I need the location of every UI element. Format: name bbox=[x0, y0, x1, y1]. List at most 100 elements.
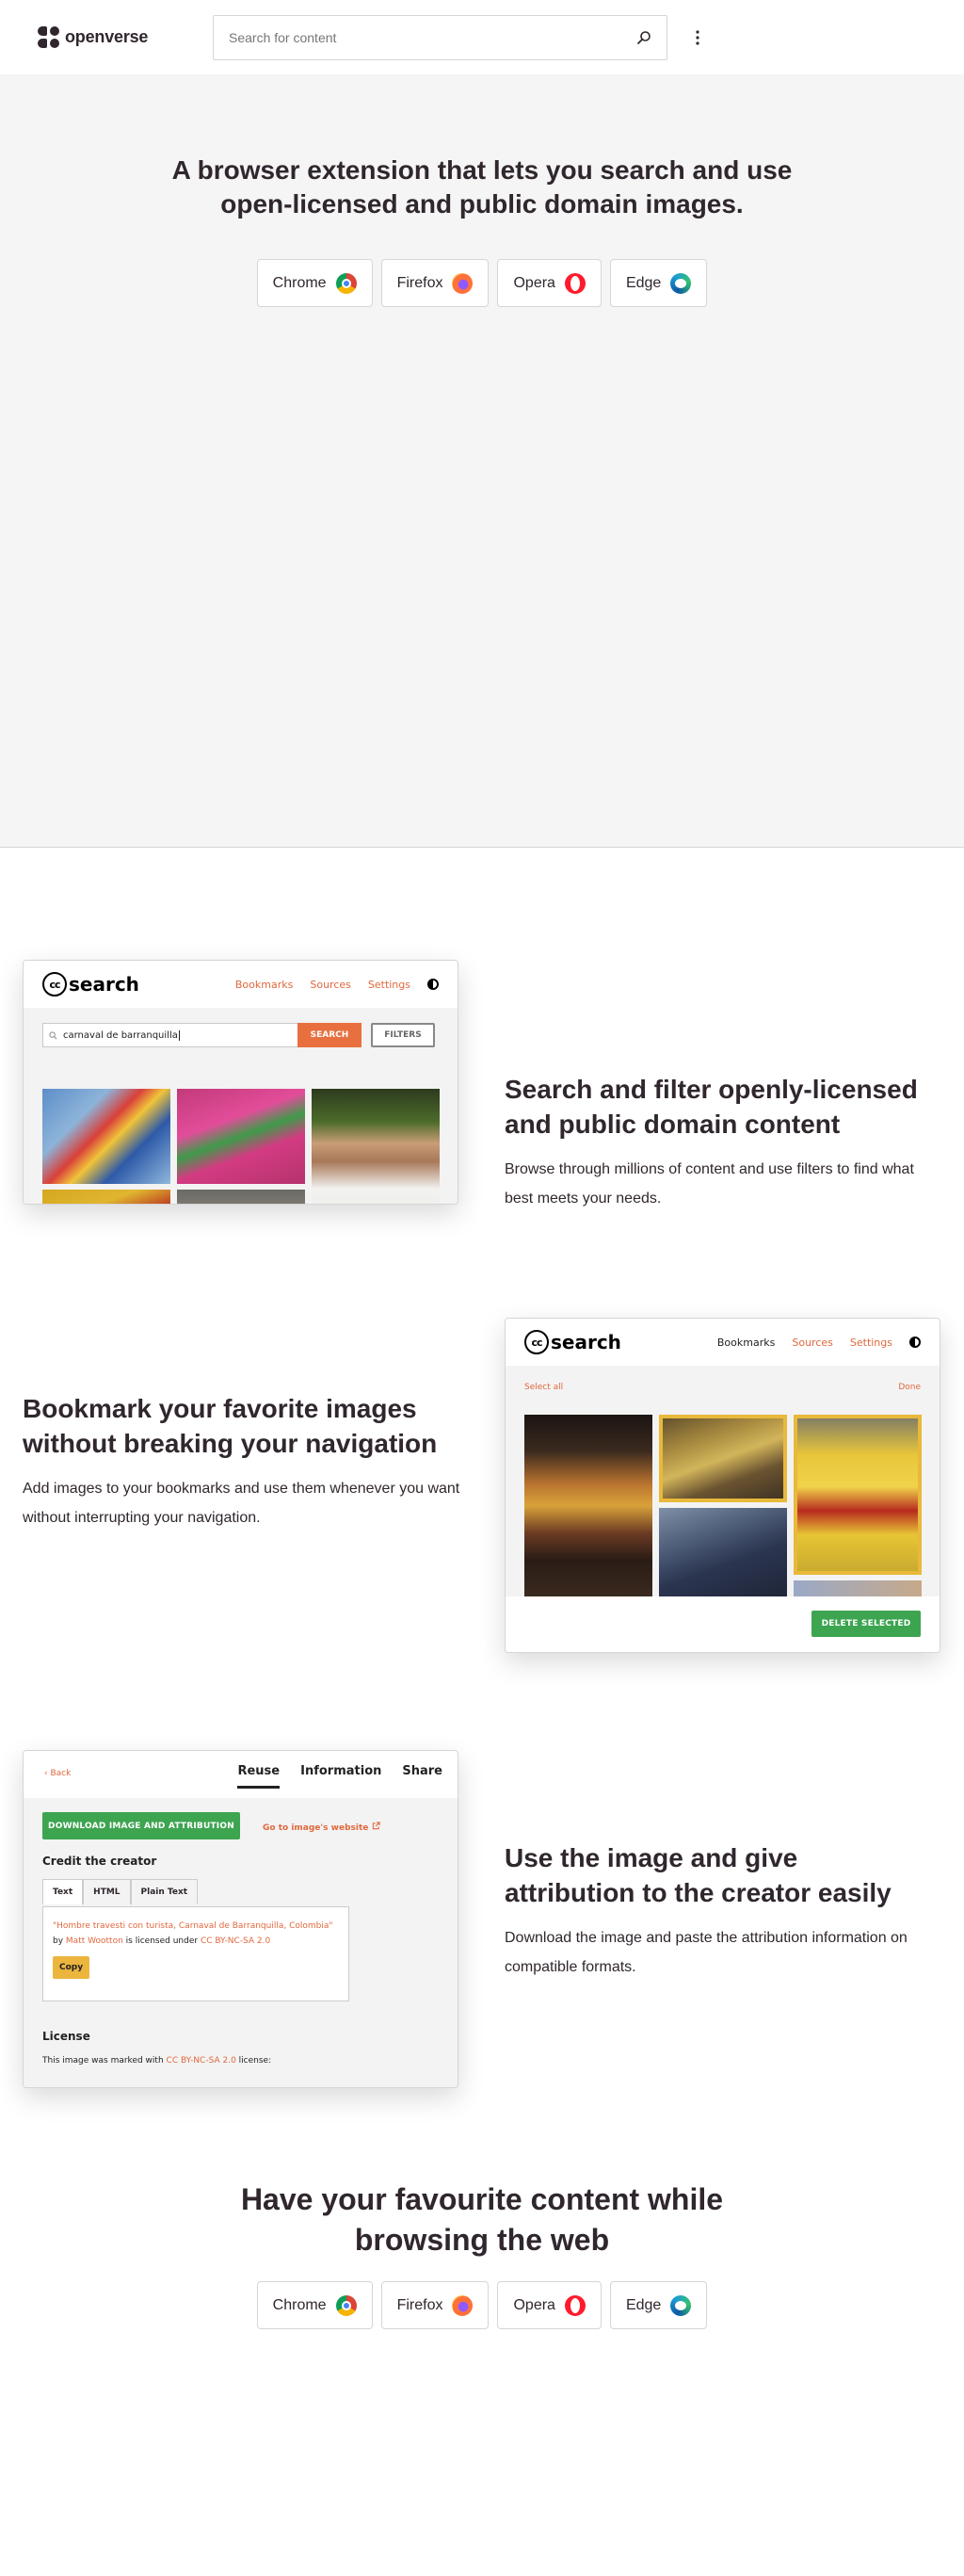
download-attribution-button[interactable]: DOWNLOAD IMAGE AND ATTRIBUTION bbox=[42, 1812, 240, 1839]
search-input[interactable] bbox=[229, 29, 633, 45]
logo-text: openverse bbox=[65, 27, 149, 46]
nav-bookmarks[interactable]: Bookmarks bbox=[235, 979, 293, 991]
hero-title: A browser extension that lets you search… bbox=[171, 155, 793, 219]
tab-share[interactable]: Share bbox=[402, 1764, 442, 1789]
feature-description: Download the image and paste the attribu… bbox=[505, 1930, 908, 1975]
nav-settings[interactable]: Settings bbox=[368, 979, 410, 991]
mockup-footer: DELETE SELECTED bbox=[506, 1596, 940, 1652]
browser-label: Chrome bbox=[272, 2296, 327, 2313]
bookmark-image[interactable] bbox=[659, 1508, 787, 1596]
feature-attribution: ‹ Back Reuse Information Share DOWNLOAD … bbox=[0, 1750, 964, 2179]
search-mockup: cc search Bookmarks Sources Settings carn… bbox=[23, 960, 458, 1205]
mockup-nav: Bookmarks Sources Settings bbox=[235, 979, 439, 991]
nav-bookmarks[interactable]: Bookmarks bbox=[717, 1337, 775, 1349]
feature-description: Add images to your bookmarks and use the… bbox=[23, 1481, 460, 1526]
nav-sources[interactable]: Sources bbox=[310, 979, 351, 991]
edge-icon bbox=[670, 2294, 692, 2316]
firefox-button[interactable]: Firefox bbox=[380, 259, 490, 307]
mockup-search-button[interactable]: SEARCH bbox=[297, 1023, 362, 1047]
opera-button[interactable]: Opera bbox=[497, 259, 602, 307]
browser-label: Opera bbox=[513, 274, 555, 291]
attribution-author-link[interactable]: Matt Wootton bbox=[66, 1936, 123, 1946]
opera-icon bbox=[564, 272, 586, 294]
bookmarks-mockup: cc search Bookmarks Sources Settings Sele… bbox=[505, 1318, 940, 1653]
browser-buttons: Chrome Firefox Opera Edge bbox=[0, 259, 964, 307]
browser-label: Edge bbox=[625, 274, 662, 291]
attribution-by: by bbox=[53, 1936, 64, 1946]
format-tab-html[interactable]: HTML bbox=[83, 1879, 131, 1904]
mockup-topbar: cc search Bookmarks Sources Settings bbox=[506, 1319, 940, 1366]
feature-search: cc search Bookmarks Sources Settings carn… bbox=[0, 848, 964, 1298]
tab-reuse[interactable]: Reuse bbox=[237, 1764, 281, 1789]
delete-selected-button[interactable]: DELETE SELECTED bbox=[811, 1611, 921, 1637]
attribution-box: "Hombre travesti con turista, Carnaval d… bbox=[42, 1906, 349, 2001]
feature-title: Search and filter openly-licensed and pu… bbox=[505, 1075, 918, 1139]
cc-icon: cc bbox=[524, 1330, 549, 1354]
feature-title: Use the image and give attribution to th… bbox=[505, 1843, 892, 1907]
cc-logo-text: search bbox=[69, 973, 139, 996]
opera-icon bbox=[564, 2294, 586, 2316]
firefox-button[interactable]: Firefox bbox=[380, 2281, 490, 2329]
chrome-button[interactable]: Chrome bbox=[256, 259, 373, 307]
attribution-mockup: ‹ Back Reuse Information Share DOWNLOAD … bbox=[23, 1750, 458, 2088]
result-image[interactable] bbox=[177, 1190, 305, 1204]
back-link[interactable]: ‹ Back bbox=[44, 1769, 71, 1778]
attribution-text: "Hombre travesti con turista, Carnaval d… bbox=[53, 1919, 339, 1949]
mockup-body: carnaval de barranquilla SEARCH FILTERS bbox=[24, 1008, 458, 1204]
contrast-icon[interactable] bbox=[427, 979, 439, 990]
tab-information[interactable]: Information bbox=[300, 1764, 381, 1789]
mockup-search-row: carnaval de barranquilla SEARCH FILTERS bbox=[24, 1008, 458, 1047]
firefox-icon bbox=[452, 272, 474, 294]
bookmark-image-selected[interactable] bbox=[659, 1415, 787, 1502]
search-button[interactable] bbox=[633, 26, 655, 49]
edge-button[interactable]: Edge bbox=[609, 2281, 708, 2329]
nav-sources[interactable]: Sources bbox=[792, 1337, 833, 1349]
browser-label: Opera bbox=[513, 2296, 555, 2313]
more-vertical-icon bbox=[696, 29, 699, 45]
done-link[interactable]: Done bbox=[898, 1383, 921, 1392]
mockup-body: DOWNLOAD IMAGE AND ATTRIBUTION Go to ima… bbox=[24, 1798, 458, 2087]
copy-button[interactable]: Copy bbox=[53, 1956, 90, 1979]
bookmark-image[interactable] bbox=[794, 1580, 922, 1596]
feature-search-text: Search and filter openly-licensed and pu… bbox=[505, 1072, 926, 1213]
more-menu-button[interactable] bbox=[686, 26, 709, 49]
license-heading: License bbox=[42, 2030, 90, 2043]
chrome-icon bbox=[335, 272, 357, 294]
search-box bbox=[213, 14, 667, 60]
license-name-link[interactable]: CC BY-NC-SA 2.0 bbox=[167, 2056, 236, 2066]
format-tab-text[interactable]: Text bbox=[42, 1879, 84, 1904]
site-header: openverse bbox=[0, 0, 964, 74]
bookmark-image-selected[interactable] bbox=[794, 1415, 922, 1575]
mockup-nav: Bookmarks Sources Settings bbox=[717, 1337, 921, 1349]
license-text: This image was marked with bbox=[42, 2056, 164, 2066]
mockup-search: carnaval de barranquilla SEARCH bbox=[42, 1023, 362, 1047]
nav-settings[interactable]: Settings bbox=[850, 1337, 892, 1349]
search-icon bbox=[637, 30, 651, 44]
opera-button[interactable]: Opera bbox=[497, 2281, 602, 2329]
select-all-link[interactable]: Select all bbox=[524, 1383, 563, 1392]
mockup-filters-button[interactable]: FILTERS bbox=[371, 1023, 435, 1047]
attribution-license-link[interactable]: CC BY-NC-SA 2.0 bbox=[201, 1936, 270, 1946]
edge-button[interactable]: Edge bbox=[609, 259, 708, 307]
image-website-link[interactable]: Go to image's website bbox=[263, 1822, 380, 1833]
cc-search-logo: cc search bbox=[524, 1330, 621, 1354]
feature-bookmark-text: Bookmark your favorite images without br… bbox=[23, 1391, 467, 1532]
attribution-title-link[interactable]: "Hombre travesti con turista, Carnaval d… bbox=[53, 1921, 333, 1931]
result-image[interactable] bbox=[177, 1089, 305, 1184]
result-image[interactable] bbox=[312, 1089, 440, 1204]
result-image[interactable] bbox=[42, 1190, 170, 1204]
format-tab-plain-text[interactable]: Plain Text bbox=[130, 1879, 199, 1904]
cc-logo-text: search bbox=[551, 1331, 621, 1353]
browser-label: Firefox bbox=[396, 274, 443, 291]
result-image[interactable] bbox=[42, 1089, 170, 1184]
mockup-search-input[interactable]: carnaval de barranquilla bbox=[42, 1023, 297, 1047]
external-link-icon bbox=[372, 1822, 380, 1830]
hero-section: A browser extension that lets you search… bbox=[0, 74, 964, 848]
openverse-logo[interactable]: openverse bbox=[38, 26, 175, 48]
feature-attribution-text: Use the image and give attribution to th… bbox=[505, 1840, 934, 1982]
cc-icon: cc bbox=[42, 972, 67, 996]
contrast-icon[interactable] bbox=[909, 1337, 921, 1348]
license-suffix: license: bbox=[238, 2056, 272, 2066]
chrome-button[interactable]: Chrome bbox=[256, 2281, 373, 2329]
bookmark-image[interactable] bbox=[524, 1415, 652, 1596]
